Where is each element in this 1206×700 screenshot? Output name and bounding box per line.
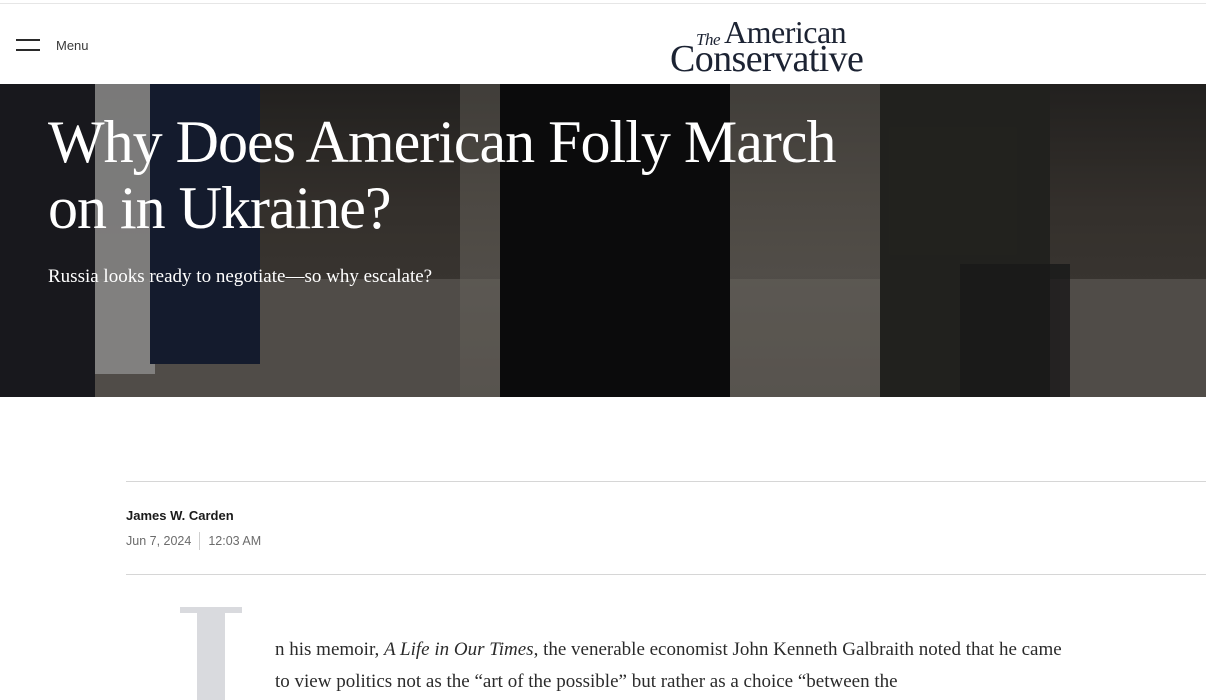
publish-time: 12:03 AM	[208, 534, 262, 548]
meta-divider-bottom	[126, 574, 1206, 575]
menu-button[interactable]: Menu	[16, 36, 89, 54]
article-paragraph: n his memoir, A Life in Our Times, the v…	[275, 634, 1075, 698]
menu-label[interactable]: Menu	[56, 38, 89, 53]
site-logo[interactable]: The American Conservative	[670, 16, 882, 78]
site-header: Menu The American Conservative	[0, 4, 1206, 84]
article-title: Why Does American Folly March on in Ukra…	[48, 109, 836, 241]
logo-conservative: Conservative	[670, 38, 864, 80]
author-link[interactable]: James W. Carden	[126, 508, 234, 523]
hero-image: Why Does American Folly March on in Ukra…	[0, 84, 1206, 397]
date-separator	[199, 532, 201, 550]
drop-cap	[180, 607, 242, 700]
dateline: Jun 7, 2024 12:03 AM	[126, 532, 261, 550]
paragraph-text: n his memoir,	[275, 639, 385, 660]
book-title: A Life in Our Times	[384, 639, 534, 660]
article-dek: Russia looks ready to negotiate—so why e…	[48, 266, 433, 287]
hamburger-icon[interactable]	[16, 39, 40, 51]
meta-divider-top	[126, 481, 1206, 482]
publish-date: Jun 7, 2024	[126, 534, 192, 548]
